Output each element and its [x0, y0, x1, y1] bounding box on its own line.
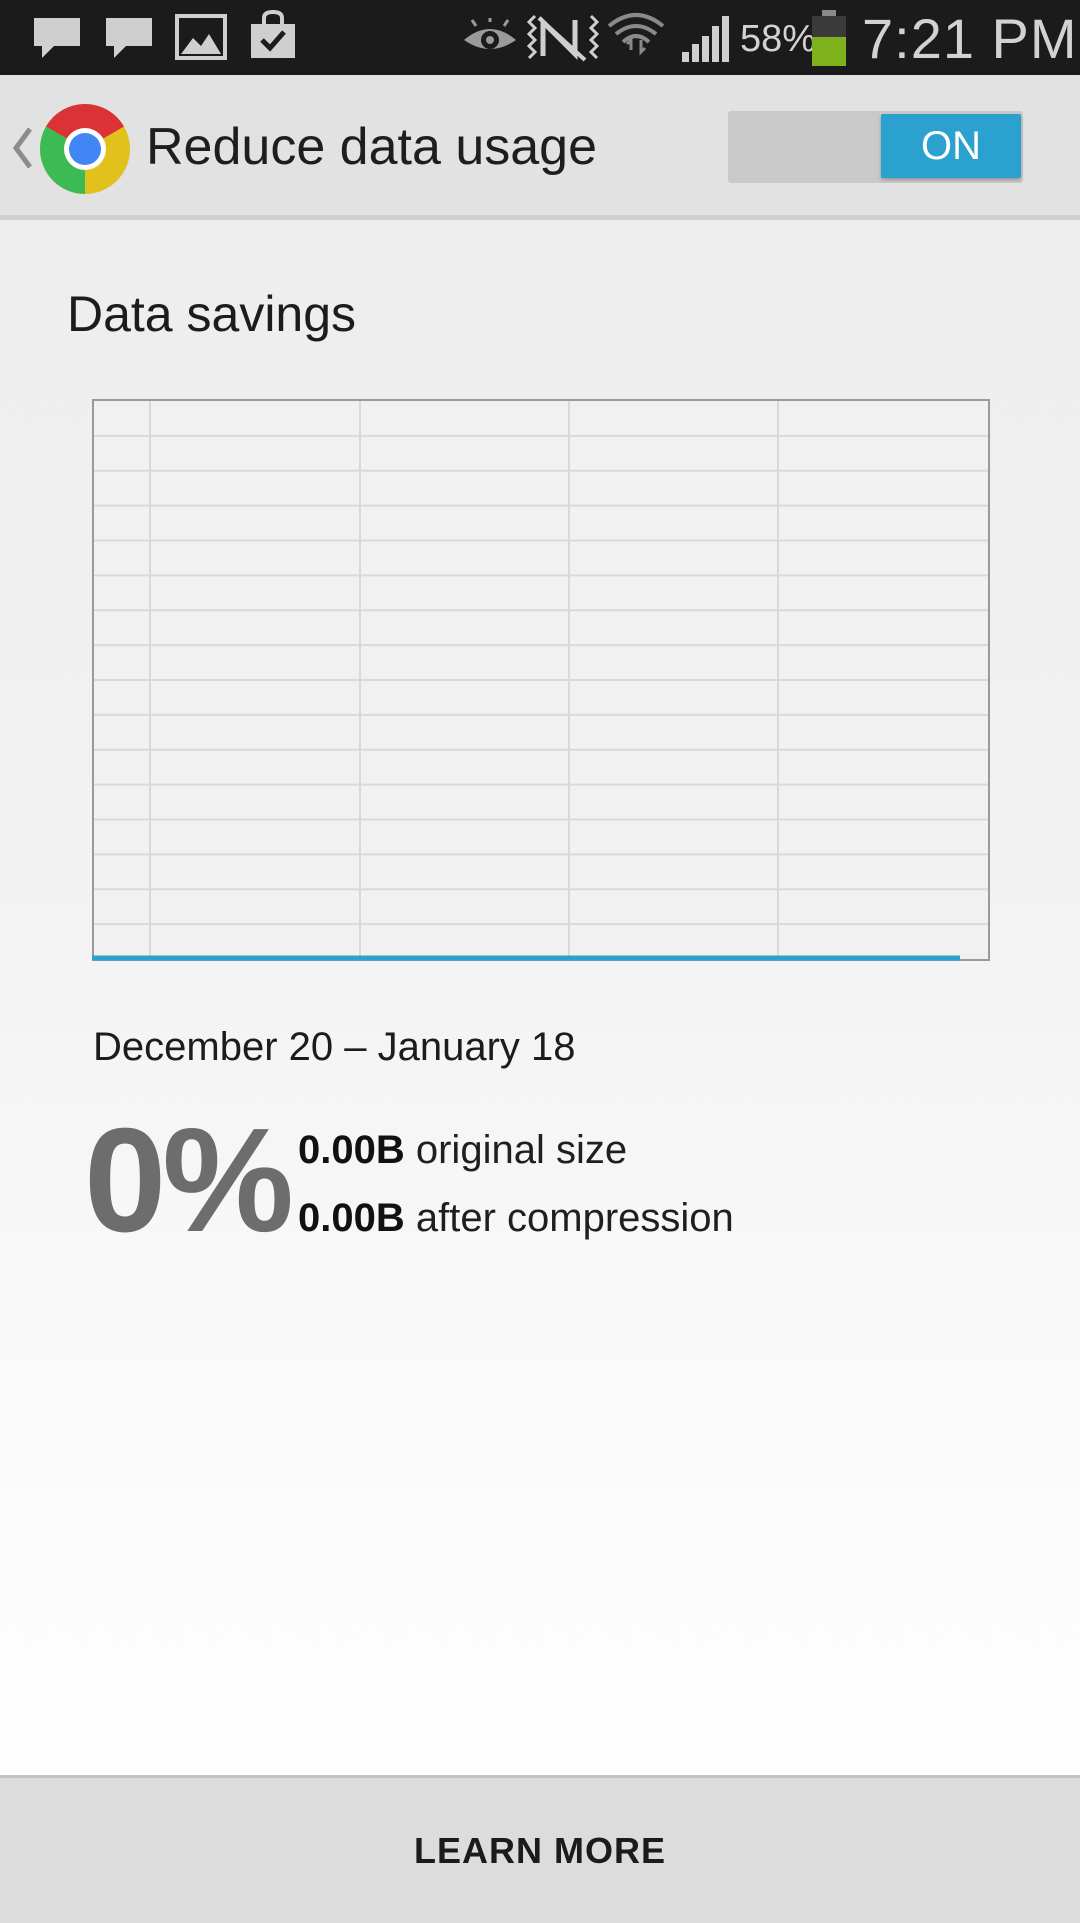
back-chevron-icon[interactable]	[10, 125, 34, 171]
nfc-off-icon	[527, 14, 599, 62]
shopping-bag-icon	[251, 10, 295, 58]
gallery-icon	[175, 14, 227, 60]
battery-icon	[812, 10, 846, 66]
bottom-bar: LEARN MORE	[0, 1775, 1080, 1923]
wifi-icon	[607, 13, 665, 56]
section-title: Data savings	[67, 286, 357, 342]
original-size-line: 0.00B original size	[298, 1128, 627, 1173]
original-size-label: original size	[404, 1128, 628, 1172]
clock: 7:21 PM	[862, 7, 1078, 70]
signal-icon	[682, 16, 729, 62]
learn-more-button[interactable]: LEARN MORE	[0, 1778, 1080, 1923]
smart-stay-eye-icon	[464, 18, 516, 49]
data-savings-chart	[92, 399, 990, 961]
battery-percent: 58%	[740, 18, 817, 60]
page-title: Reduce data usage	[146, 118, 598, 176]
status-bar: 58% 7:21 PM	[0, 0, 1080, 75]
compressed-size-value: 0.00B	[298, 1196, 405, 1240]
compressed-size-line: 0.00B after compression	[298, 1196, 734, 1241]
action-bar: Reduce data usage ON	[0, 75, 1080, 220]
chrome-logo-icon[interactable]	[38, 102, 132, 196]
message-icon	[106, 18, 152, 58]
compressed-size-label: after compression	[404, 1196, 734, 1240]
original-size-value: 0.00B	[298, 1128, 405, 1172]
data-saver-toggle[interactable]: ON	[728, 111, 1023, 183]
savings-percent: 0%	[84, 1098, 294, 1263]
toggle-label: ON	[881, 114, 1021, 178]
message-icon	[34, 18, 80, 58]
date-range: December 20 – January 18	[93, 1025, 576, 1069]
